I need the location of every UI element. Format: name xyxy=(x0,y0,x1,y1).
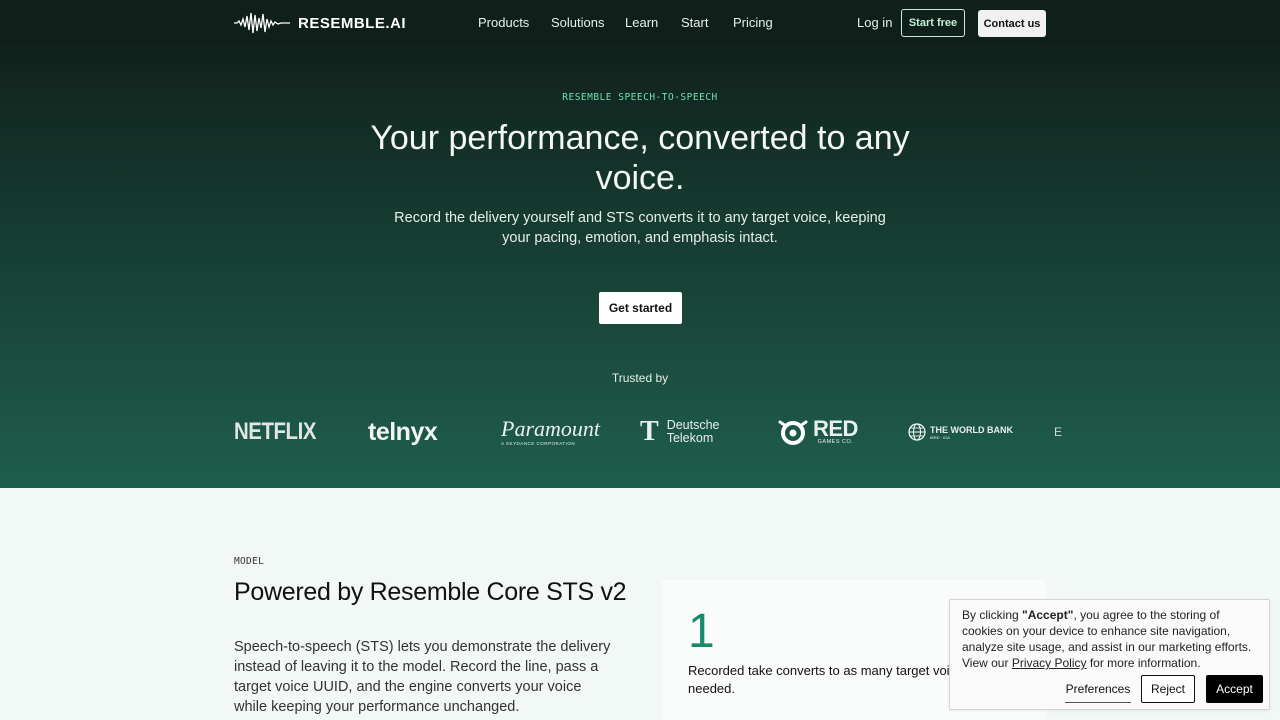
cookie-reject-button[interactable]: Reject xyxy=(1141,675,1195,703)
red-games-logo: RED GAMES CO. xyxy=(777,412,858,452)
waveform-logo-icon xyxy=(234,12,290,34)
telekom-name: Deutsche Telekom xyxy=(667,419,720,445)
resemble-logo[interactable]: RESEMBLE.AI xyxy=(234,10,406,36)
logo-text: RESEMBLE.AI xyxy=(298,14,407,32)
customer-logos-carousel: NETFLIX telnyx Paramount A SKYDANCE CORP… xyxy=(234,412,1066,452)
model-eyebrow: MODEL xyxy=(234,556,265,567)
feature-card-number: 1 xyxy=(688,605,715,658)
telnyx-logo-text: telnyx xyxy=(368,417,438,446)
model-description: Speech-to-speech (STS) lets you demonstr… xyxy=(234,639,611,715)
partial-logo: E xyxy=(1054,412,1062,452)
feature-card-text: Recorded take converts to as many target… xyxy=(688,663,988,696)
hero-eyebrow: RESEMBLE SPEECH-TO-SPEECH xyxy=(562,92,718,103)
telekom-t-mark: T xyxy=(640,416,659,447)
nav-link-solutions[interactable]: Solutions xyxy=(551,15,604,30)
nav-link-products[interactable]: Products xyxy=(478,15,529,30)
telnyx-logo: telnyx xyxy=(368,412,438,452)
red-games-title: RED xyxy=(813,416,858,441)
hero-section: RESEMBLE SPEECH-TO-SPEECH Your performan… xyxy=(0,46,1280,488)
cookie-text-prefix: By clicking xyxy=(962,608,1023,622)
nav-link-learn[interactable]: Learn xyxy=(625,15,658,30)
cookie-preferences-button[interactable]: Preferences xyxy=(1065,676,1131,703)
telekom-name-line2: Telekom xyxy=(666,431,714,445)
partial-logo-text: E xyxy=(1054,425,1063,439)
privacy-policy-link[interactable]: Privacy Policy xyxy=(1012,656,1087,670)
paramount-logo: Paramount A SKYDANCE CORPORATION xyxy=(501,412,600,452)
world-bank-sub: IBRD · IDA xyxy=(930,434,950,440)
get-started-button[interactable]: Get started xyxy=(599,292,682,324)
hero-subtitle: Record the delivery yourself and STS con… xyxy=(394,210,886,246)
contact-us-button[interactable]: Contact us xyxy=(978,10,1046,37)
login-link[interactable]: Log in xyxy=(857,15,892,30)
start-free-button[interactable]: Start free xyxy=(901,9,965,37)
paramount-logo-subtext: A SKYDANCE CORPORATION xyxy=(501,441,576,446)
hero-title: Your performance, converted to any voice… xyxy=(370,119,910,197)
red-games-wordmark: RED GAMES CO. xyxy=(813,416,858,446)
cookie-consent-text: By clicking "Accept", you agree to the s… xyxy=(962,607,1262,671)
nav-link-start[interactable]: Start xyxy=(681,15,708,30)
model-title: Powered by Resemble Core STS v2 xyxy=(234,578,627,606)
nav-link-pricing[interactable]: Pricing xyxy=(733,15,773,30)
world-bank-title: THE WORLD BANK xyxy=(930,424,1013,435)
red-games-mark-icon xyxy=(778,420,808,445)
deutsche-telekom-logo: T Deutsche Telekom xyxy=(640,412,720,452)
cookie-consent-banner: By clicking "Accept", you agree to the s… xyxy=(949,599,1270,710)
world-bank-logo: THE WORLD BANK IBRD · IDA xyxy=(908,412,1013,452)
world-bank-wordmark: THE WORLD BANK IBRD · IDA xyxy=(930,425,1013,440)
netflix-logo-text: NETFLIX xyxy=(234,418,317,445)
world-bank-globe-icon xyxy=(908,423,926,441)
cookie-text-suffix: for more information. xyxy=(1086,656,1201,670)
red-games-sub: GAMES CO. xyxy=(817,439,854,445)
cookie-text-accept-word: "Accept" xyxy=(1022,608,1074,622)
netflix-logo: NETFLIX xyxy=(234,412,316,452)
top-navbar: RESEMBLE.AI Products Solutions Learn Sta… xyxy=(0,0,1280,46)
paramount-logo-text: Paramount xyxy=(501,416,600,441)
cookie-accept-button[interactable]: Accept xyxy=(1206,675,1263,703)
trusted-by-label: Trusted by xyxy=(611,371,669,385)
